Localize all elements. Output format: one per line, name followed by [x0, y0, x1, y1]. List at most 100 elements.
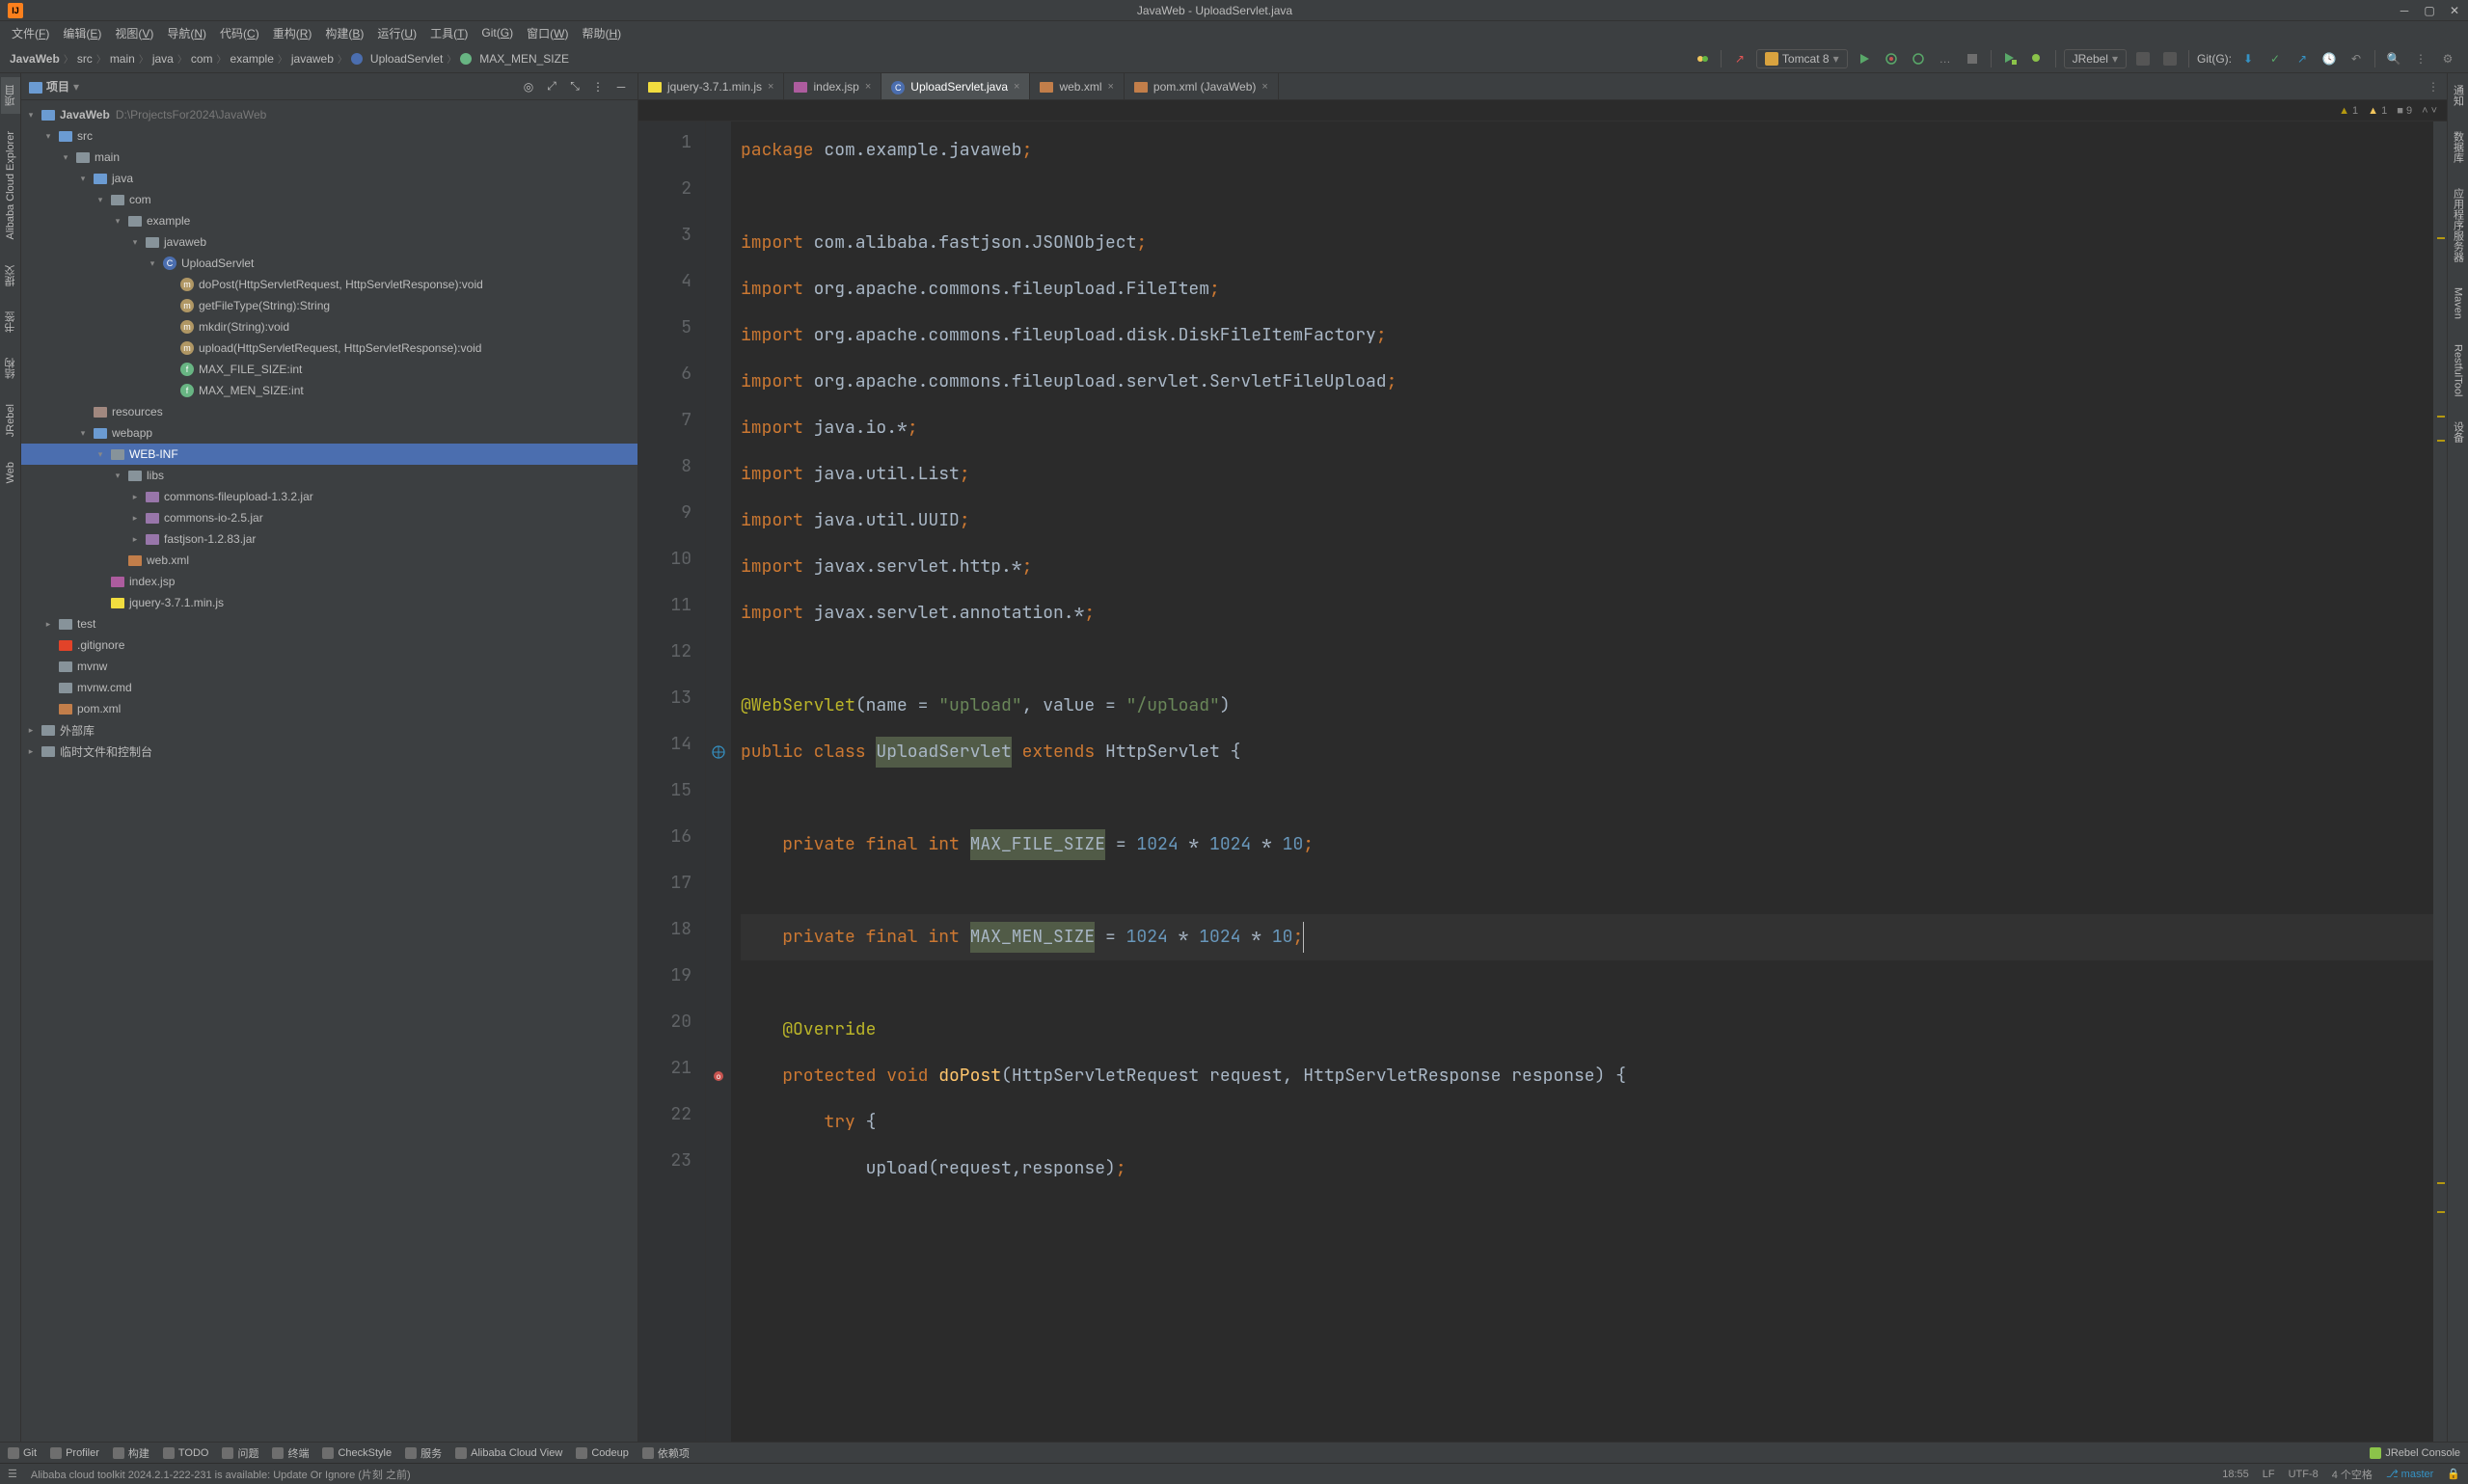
left-tab-0[interactable]: 项目 [1, 77, 20, 114]
select-opened-file-icon[interactable]: ◎ [520, 78, 537, 95]
right-tab-5[interactable]: 设备 [2449, 414, 2468, 450]
jrebel-console-button[interactable]: JRebel Console [2370, 1447, 2460, 1459]
tree-node[interactable]: ▸临时文件和控制台 [21, 741, 637, 762]
right-tab-2[interactable]: 应用程序服务器 [2449, 180, 2468, 270]
bottom-tool-git[interactable]: Git [8, 1447, 37, 1459]
menu-u[interactable]: 运行(U) [371, 23, 422, 43]
menu-r[interactable]: 重构(R) [267, 23, 318, 43]
editor-tab[interactable]: index.jsp× [784, 73, 881, 99]
editor-tab[interactable]: CUploadServlet.java× [881, 73, 1030, 99]
git-update-icon[interactable]: ⬇ [2237, 48, 2259, 69]
editor-tab[interactable]: jquery-3.7.1.min.js× [638, 73, 784, 99]
editor-tab[interactable]: web.xml× [1030, 73, 1124, 99]
menu-g[interactable]: Git(G) [475, 24, 519, 41]
tree-node[interactable]: ▸commons-fileupload-1.3.2.jar [21, 486, 637, 507]
tree-node[interactable]: web.xml [21, 550, 637, 571]
tree-node[interactable]: mvnw.cmd [21, 677, 637, 698]
breadcrumb-item[interactable]: java [152, 52, 174, 66]
tree-node[interactable]: mgetFileType(String):String [21, 295, 637, 316]
menu-t[interactable]: 工具(T) [424, 23, 474, 43]
jrebel-icon-2[interactable] [2159, 48, 2181, 69]
tree-node[interactable]: ▾webapp [21, 422, 637, 444]
breadcrumb-item[interactable]: UploadServlet [370, 52, 443, 66]
left-tab-2[interactable]: 提交 [1, 257, 20, 294]
tree-node[interactable]: ▾WEB-INF [21, 444, 637, 465]
tree-node[interactable]: ▾main [21, 147, 637, 168]
tree-node[interactable]: .gitignore [21, 634, 637, 656]
close-tab-icon[interactable]: × [1261, 81, 1267, 93]
run-config-selector[interactable]: Tomcat 8 ▾ [1756, 49, 1848, 68]
right-tab-3[interactable]: Maven [2451, 280, 2466, 327]
tree-node[interactable]: jquery-3.7.1.min.js [21, 592, 637, 613]
stop-button[interactable] [1962, 48, 1983, 69]
menu-c[interactable]: 代码(C) [214, 23, 265, 43]
file-encoding[interactable]: UTF-8 [2289, 1469, 2319, 1480]
tree-root[interactable]: ▾JavaWebD:\ProjectsFor2024\JavaWeb [21, 104, 637, 125]
menu-v[interactable]: 视图(V) [109, 23, 159, 43]
close-tab-icon[interactable]: × [865, 81, 871, 93]
tree-node[interactable]: mmkdir(String):void [21, 316, 637, 337]
menu-e[interactable]: 编辑(E) [57, 23, 107, 43]
more-icon[interactable]: ⋮ [2410, 48, 2431, 69]
bottom-tool-terminal[interactable]: 终端 [272, 1445, 309, 1461]
tree-node[interactable]: index.jsp [21, 571, 637, 592]
breadcrumb-item[interactable]: example [231, 52, 274, 66]
tree-node[interactable]: ▾com [21, 189, 637, 210]
tree-node[interactable]: mdoPost(HttpServletRequest, HttpServletR… [21, 274, 637, 295]
breadcrumb-item[interactable]: javaweb [291, 52, 334, 66]
menu-b[interactable]: 构建(B) [319, 23, 369, 43]
close-button[interactable]: ✕ [2449, 5, 2460, 16]
hide-panel-icon[interactable]: ─ [612, 78, 630, 95]
menu-n[interactable]: 导航(N) [161, 23, 212, 43]
profile-button[interactable]: … [1935, 48, 1956, 69]
tree-node[interactable]: ▾example [21, 210, 637, 231]
menu-h[interactable]: 帮助(H) [576, 23, 627, 43]
inspections-widget[interactable]: ▲ 1 ▲ 1 ■ 9 ˄ ˅ [638, 100, 2447, 121]
lock-icon[interactable]: 🔒 [2447, 1468, 2460, 1480]
status-icon[interactable]: ☰ [8, 1468, 17, 1480]
caret-position[interactable]: 18:55 [2222, 1469, 2249, 1480]
right-tab-1[interactable]: 数据库 [2449, 123, 2468, 171]
breadcrumb-item[interactable]: JavaWeb [10, 52, 60, 66]
git-rollback-icon[interactable]: ↶ [2346, 48, 2367, 69]
left-tab-1[interactable]: Alibaba Cloud Explorer [3, 123, 18, 248]
menu-w[interactable]: 窗口(W) [521, 23, 574, 43]
code-with-me-icon[interactable] [1692, 48, 1713, 69]
git-branch[interactable]: ⎇ master [2386, 1468, 2433, 1480]
left-tab-4[interactable]: 结构 [1, 350, 20, 387]
menu-f[interactable]: 文件(F) [6, 23, 55, 43]
tree-node[interactable]: mupload(HttpServletRequest, HttpServletR… [21, 337, 637, 359]
arrow-icon[interactable]: ↗ [1729, 48, 1750, 69]
bottom-tool-cloud[interactable]: Alibaba Cloud View [455, 1447, 562, 1459]
jrebel-debug-icon[interactable] [2026, 48, 2048, 69]
right-tab-4[interactable]: RestfulTool [2451, 337, 2466, 404]
tree-node[interactable]: ▾CUploadServlet [21, 253, 637, 274]
left-tab-5[interactable]: JRebel [3, 396, 18, 445]
tree-node[interactable]: ▸commons-io-2.5.jar [21, 507, 637, 528]
bottom-tool-todo[interactable]: TODO [163, 1447, 209, 1459]
tree-node[interactable]: ▸fastjson-1.2.83.jar [21, 528, 637, 550]
git-push-icon[interactable]: ↗ [2292, 48, 2313, 69]
breadcrumb-item[interactable]: src [77, 52, 93, 66]
tree-node[interactable]: resources [21, 401, 637, 422]
jrebel-icon-1[interactable] [2132, 48, 2154, 69]
editor-tab[interactable]: pom.xml (JavaWeb)× [1125, 73, 1279, 99]
line-separator[interactable]: LF [2263, 1469, 2275, 1480]
tree-node[interactable]: ▾javaweb [21, 231, 637, 253]
tree-node[interactable]: ▸test [21, 613, 637, 634]
status-message[interactable]: Alibaba cloud toolkit 2024.2.1-222-231 i… [31, 1467, 411, 1482]
close-tab-icon[interactable]: × [1107, 81, 1113, 93]
bottom-tool-profiler[interactable]: Profiler [50, 1447, 99, 1459]
tree-node[interactable]: ▾libs [21, 465, 637, 486]
tree-node[interactable]: ▾java [21, 168, 637, 189]
debug-button[interactable] [1881, 48, 1902, 69]
bottom-tool-services[interactable]: 服务 [405, 1445, 442, 1461]
indent-info[interactable]: 4 个空格 [2332, 1467, 2373, 1482]
bottom-tool-problems[interactable]: 问题 [222, 1445, 258, 1461]
breadcrumb-item[interactable]: com [191, 52, 213, 66]
line-number-gutter[interactable]: 1234567891011121314151617181920212223 [638, 121, 706, 1442]
close-tab-icon[interactable]: × [768, 81, 773, 93]
tree-node[interactable]: ▸外部库 [21, 719, 637, 741]
inspection-chevron-icon[interactable]: ˄ ˅ [2422, 105, 2437, 117]
panel-options-icon[interactable]: ⋮ [589, 78, 607, 95]
